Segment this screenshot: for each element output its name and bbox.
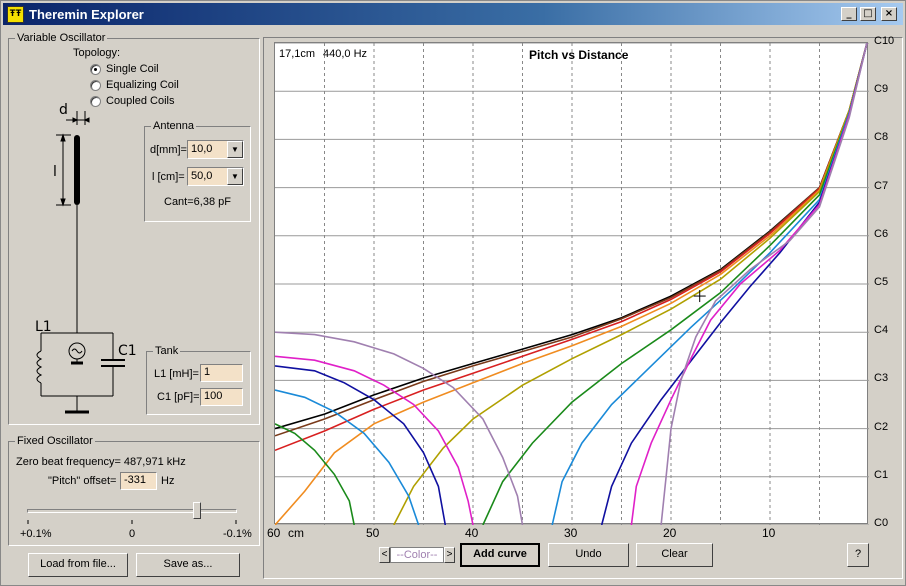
equalizing-coil-radio[interactable]	[90, 80, 101, 91]
series-line-14	[275, 423, 355, 525]
y-tick-label: C7	[874, 179, 889, 192]
slider-min-label: +0.1%	[20, 528, 52, 540]
chart-canvas[interactable]	[275, 43, 869, 525]
y-tick-label: C6	[874, 227, 889, 240]
series-line-1	[275, 43, 868, 437]
l-label: l	[53, 164, 57, 180]
y-tick-label: C1	[874, 468, 889, 481]
series-line-12	[275, 365, 447, 525]
y-tick-label: C3	[874, 372, 889, 385]
series-line-2	[275, 43, 868, 452]
pitch-chart[interactable]: 17,1cm 440,0 Hz Pitch vs Distance	[274, 42, 869, 525]
main-window: ŦŦ Theremin Explorer _ □ × Variable Osci…	[0, 0, 906, 586]
minimize-button[interactable]: _	[841, 7, 857, 21]
close-button[interactable]: ×	[881, 7, 897, 21]
chevron-down-icon[interactable]: ▼	[227, 141, 243, 158]
help-button[interactable]: ?	[847, 543, 869, 567]
slider-ticks	[27, 520, 237, 524]
slider-max-label: -0.1%	[223, 528, 252, 540]
l-cm-label: l [cm]=	[152, 171, 185, 183]
d-mm-select[interactable]: 10,0 ▼	[187, 140, 244, 159]
topology-label: Topology:	[73, 47, 121, 59]
x-tick-label: 20	[663, 526, 677, 540]
pitch-offset-label: "Pitch" offset=	[48, 475, 117, 487]
y-tick-label: C9	[874, 83, 889, 96]
single-coil-radio[interactable]	[90, 64, 101, 75]
y-tick-label: C10	[874, 35, 895, 47]
add-curve-button[interactable]: Add curve	[460, 543, 540, 567]
y-tick-label: C0	[874, 517, 889, 529]
x-tick-label: 50	[366, 526, 380, 540]
l1-label: L1	[35, 319, 52, 335]
pitch-slider-track[interactable]	[27, 509, 237, 513]
maximize-button[interactable]: □	[860, 7, 876, 21]
zero-beat-readout: Zero beat frequency= 487,971 kHz	[16, 456, 186, 468]
d-mm-value: 10,0	[188, 141, 227, 158]
pitch-offset-input[interactable]: -331	[120, 472, 157, 490]
equalizing-coil-label[interactable]: Equalizing Coil	[106, 79, 179, 91]
l1-mh-input[interactable]: 1	[200, 364, 243, 382]
pitch-slider-thumb[interactable]	[193, 502, 202, 519]
c1-label: C1	[118, 343, 137, 359]
x-axis-unit: cm	[288, 526, 304, 540]
window-title: Theremin Explorer	[29, 7, 144, 22]
y-tick-label: C5	[874, 276, 889, 288]
clear-button[interactable]: Clear	[636, 543, 713, 567]
chevron-down-icon[interactable]: ▼	[227, 168, 243, 185]
title-bar[interactable]: ŦŦ Theremin Explorer _ □ ×	[3, 3, 903, 25]
single-coil-label[interactable]: Single Coil	[106, 63, 159, 75]
color-next-button[interactable]: >	[444, 547, 455, 563]
y-tick-label: C2	[874, 420, 889, 433]
color-selector[interactable]: --Color--	[390, 547, 444, 563]
l-cm-select[interactable]: 50,0 ▼	[187, 167, 244, 186]
d-mm-label: d[mm]=	[150, 144, 187, 156]
load-from-file-button[interactable]: Load from file...	[28, 553, 128, 577]
cursor-frequency-readout: 440,0 Hz	[323, 48, 368, 60]
l-cm-value: 50,0	[188, 168, 227, 185]
c1-pf-input[interactable]: 100	[200, 388, 243, 406]
slider-mid-label: 0	[129, 528, 136, 540]
c1-pf-label: C1 [pF]=	[157, 391, 200, 403]
app-icon: ŦŦ	[7, 6, 24, 23]
d-label: d	[59, 102, 68, 118]
save-as-button[interactable]: Save as...	[136, 553, 240, 577]
chart-title: Pitch vs Distance	[529, 48, 629, 62]
tank-title: Tank	[153, 345, 181, 357]
variable-oscillator-title: Variable Oscillator	[15, 32, 108, 44]
x-tick-label: 10	[762, 526, 776, 540]
undo-button[interactable]: Undo	[548, 543, 629, 567]
color-prev-button[interactable]: <	[379, 547, 390, 563]
cursor-distance-readout: 17,1cm	[279, 48, 316, 60]
x-tick-label: 60	[267, 526, 281, 540]
y-tick-label: C4	[874, 324, 889, 337]
pitch-offset-unit: Hz	[161, 475, 175, 487]
y-tick-label: C8	[874, 131, 889, 144]
x-tick-label: 30	[564, 526, 578, 540]
circuit-diagram: d l L1 C1	[35, 102, 137, 414]
cant-readout: Cant=6,38 pF	[164, 196, 231, 208]
antenna-title: Antenna	[151, 120, 196, 132]
x-tick-label: 40	[465, 526, 479, 540]
l1-mh-label: L1 [mH]=	[154, 368, 199, 380]
fixed-oscillator-title: Fixed Oscillator	[15, 435, 95, 447]
